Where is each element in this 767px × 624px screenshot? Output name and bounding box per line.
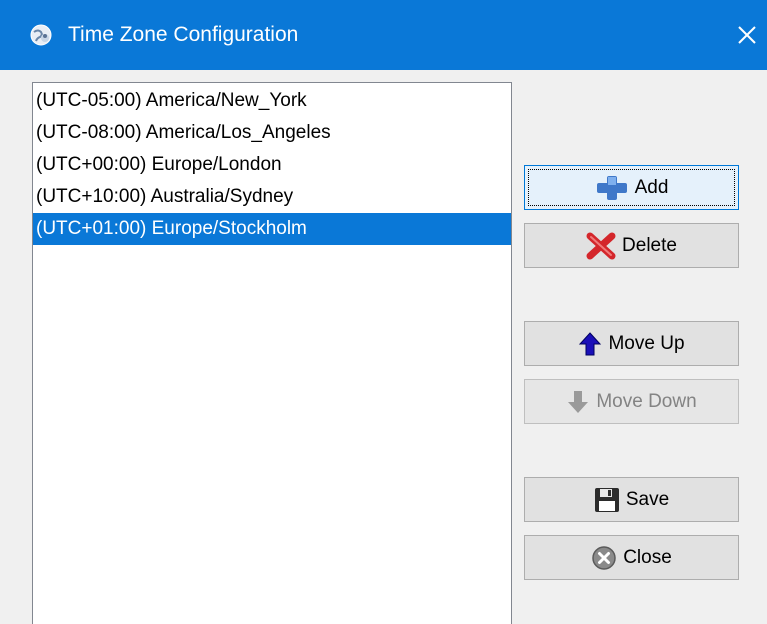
- save-button[interactable]: Save: [524, 477, 739, 522]
- list-item[interactable]: (UTC+00:00) Europe/London: [33, 149, 511, 181]
- close-button[interactable]: Close: [524, 535, 739, 580]
- globe-people-icon: [30, 24, 52, 46]
- move-up-button-label: Move Up: [608, 332, 685, 354]
- save-button-label: Save: [625, 488, 670, 510]
- window-title: Time Zone Configuration: [68, 23, 299, 46]
- arrow-up-icon: [579, 331, 602, 355]
- list-item-selected[interactable]: (UTC+01:00) Europe/Stockholm: [33, 213, 511, 245]
- floppy-disk-icon: [594, 487, 619, 512]
- time-zone-dialog: Time Zone Configuration (UTC-05:00) Amer…: [0, 0, 767, 624]
- close-icon[interactable]: [734, 22, 760, 48]
- title-bar: Time Zone Configuration: [0, 0, 767, 70]
- red-x-icon: [586, 232, 616, 259]
- close-button-label: Close: [623, 546, 672, 568]
- list-item[interactable]: (UTC-05:00) America/New_York: [33, 85, 511, 117]
- delete-button-label: Delete: [622, 234, 677, 256]
- list-item[interactable]: (UTC+10:00) Australia/Sydney: [33, 181, 511, 213]
- move-up-button[interactable]: Move Up: [524, 321, 739, 366]
- add-button-label: Add: [634, 176, 669, 198]
- close-circle-icon: [592, 545, 616, 570]
- delete-button[interactable]: Delete: [524, 223, 739, 268]
- list-item[interactable]: (UTC-08:00) America/Los_Angeles: [33, 117, 511, 149]
- plus-icon: [596, 175, 627, 200]
- add-button[interactable]: Add: [524, 165, 739, 210]
- timezone-list[interactable]: (UTC-05:00) America/New_York (UTC-08:00)…: [32, 82, 512, 624]
- arrow-down-icon: [568, 390, 589, 413]
- move-down-button-label: Move Down: [596, 390, 697, 412]
- move-down-button[interactable]: Move Down: [524, 379, 739, 424]
